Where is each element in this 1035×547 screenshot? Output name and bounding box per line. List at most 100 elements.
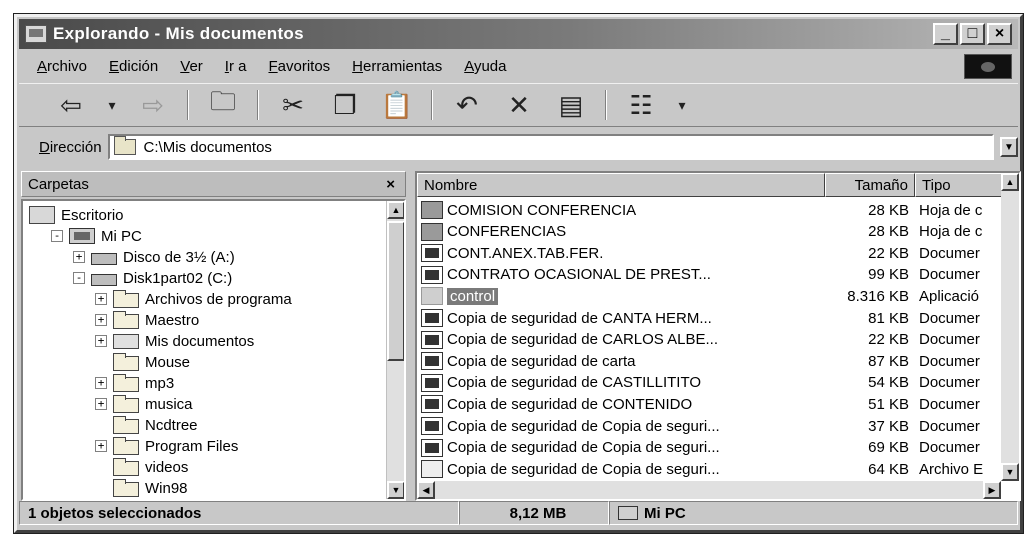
- address-field[interactable]: C:\Mis documentos: [107, 134, 994, 160]
- file-name: Copia de seguridad de Copia de seguri...: [447, 439, 720, 457]
- file-name: Copia de seguridad de CARLOS ALBE...: [447, 331, 718, 349]
- column-header-nombre[interactable]: Nombre: [417, 173, 825, 197]
- file-name-cell: CONTRATO OCASIONAL DE PREST...: [417, 265, 825, 284]
- back-icon[interactable]: ⇦: [49, 88, 93, 122]
- file-row[interactable]: Copia de seguridad de CASTILLITITO 54 KB D…: [417, 372, 1007, 394]
- scroll-thumb[interactable]: [387, 221, 404, 361]
- file-type: Documer: [919, 395, 980, 413]
- file-type: Aplicació: [919, 287, 980, 305]
- views-dropdown-arrow-icon[interactable]: ▾: [671, 88, 693, 122]
- file-list-hscrollbar[interactable]: ◀ ▶: [417, 481, 1001, 499]
- scroll-up-icon[interactable]: ▲: [387, 201, 404, 219]
- scroll-down-icon[interactable]: ▼: [387, 481, 404, 499]
- expand-icon[interactable]: +: [95, 377, 107, 389]
- tree-item-label: Maestro: [145, 311, 200, 329]
- tree-item-label: Program Files: [145, 437, 239, 455]
- expand-icon[interactable]: +: [95, 314, 107, 326]
- tree-item[interactable]: + musica: [95, 393, 193, 415]
- copy-icon[interactable]: ❐: [323, 88, 367, 122]
- file-row[interactable]: CONTRATO OCASIONAL DE PREST... 99 KB Docum…: [417, 264, 1007, 286]
- column-header-tipo[interactable]: Tipo: [915, 173, 1007, 197]
- file-size: 81 KB: [868, 309, 909, 327]
- tree-item[interactable]: + Archivos de programa: [95, 288, 292, 310]
- file-name: CONTRATO OCASIONAL DE PREST...: [447, 266, 711, 284]
- minimize-button[interactable]: _: [933, 23, 958, 45]
- close-pane-icon[interactable]: ×: [386, 176, 395, 193]
- address-dropdown-icon[interactable]: ▼: [1000, 137, 1018, 157]
- tree-item[interactable]: - Mi PC: [51, 225, 142, 247]
- expand-icon[interactable]: +: [95, 335, 107, 347]
- doc-file-icon: [421, 265, 443, 284]
- column-header-tamano[interactable]: Tamaño: [825, 173, 915, 197]
- views-icon[interactable]: ☷: [619, 88, 663, 122]
- tree-item[interactable]: + Program Files: [95, 435, 238, 457]
- file-row[interactable]: Copia de seguridad de CANTA HERM... 81 KB…: [417, 307, 1007, 329]
- folder-icon: [113, 352, 139, 371]
- drive-icon: [91, 252, 117, 265]
- desktop-icon: [29, 206, 55, 224]
- tree-item[interactable]: + mp3: [95, 372, 174, 394]
- file-size: 99 KB: [868, 266, 909, 284]
- tree-item[interactable]: - Disk1part02 (C:): [73, 267, 232, 289]
- menu-herramientas[interactable]: Herramientas: [352, 58, 442, 75]
- pc-icon: [69, 228, 95, 244]
- file-type: Hoja de c: [919, 201, 983, 219]
- file-row[interactable]: Copia de seguridad de Copia de seguri...…: [417, 458, 1007, 480]
- cut-icon[interactable]: ✂: [271, 88, 315, 122]
- tree-item[interactable]: + Mis documentos: [95, 330, 254, 352]
- tree-item[interactable]: Mouse: [95, 351, 190, 373]
- status-selection: 1 objetos seleccionados: [19, 501, 459, 525]
- file-name-cell: control: [417, 287, 825, 306]
- tree-item[interactable]: Win98: [95, 477, 188, 499]
- tree-item-label: Archivos de programa: [145, 290, 292, 308]
- tree-item[interactable]: + Disco de 3½ (A:): [73, 246, 235, 268]
- back-dropdown-arrow-icon[interactable]: ▾: [101, 88, 123, 122]
- expand-icon[interactable]: +: [95, 293, 107, 305]
- expand-icon[interactable]: +: [95, 440, 107, 452]
- file-row[interactable]: Copia de seguridad de carta 87 KB Documer: [417, 350, 1007, 372]
- expand-icon[interactable]: +: [95, 398, 107, 410]
- tree-item[interactable]: videos: [95, 456, 188, 478]
- file-name: CONFERENCIAS: [447, 223, 567, 241]
- tree-scrollbar[interactable]: ▲ ▼: [386, 201, 404, 499]
- menu-ver[interactable]: Ver: [180, 58, 203, 75]
- file-type: Documer: [919, 374, 980, 392]
- tree-item[interactable]: + Maestro: [95, 309, 199, 331]
- collapse-icon[interactable]: -: [73, 272, 85, 284]
- paste-icon[interactable]: 📋: [375, 88, 419, 122]
- file-row[interactable]: Copia de seguridad de Copia de seguri...…: [417, 415, 1007, 437]
- file-row[interactable]: CONFERENCIAS 28 KB Hoja de c: [417, 221, 1007, 243]
- maximize-button[interactable]: □: [960, 23, 985, 45]
- expand-icon[interactable]: +: [73, 251, 85, 263]
- tree-item-label: Escritorio: [61, 206, 124, 224]
- tree-item-label: Win98: [145, 479, 188, 497]
- menu-archivo[interactable]: Archivo: [37, 58, 87, 75]
- file-row[interactable]: Copia de seguridad de Copia de seguri...…: [417, 437, 1007, 459]
- file-row[interactable]: COMISION CONFERENCIA 28 KB Hoja de c: [417, 199, 1007, 221]
- file-name-cell: CONFERENCIAS: [417, 222, 825, 241]
- forward-icon[interactable]: ⇨: [131, 88, 175, 122]
- title-bar[interactable]: Explorando - Mis documentos _ □ ×: [19, 19, 1018, 49]
- close-button[interactable]: ×: [987, 23, 1012, 45]
- menu-favoritos[interactable]: Favoritos: [268, 58, 330, 75]
- menu-ayuda[interactable]: Ayuda: [464, 58, 506, 75]
- file-row[interactable]: CONT.ANEX.TAB.FER. 22 KB Documer: [417, 242, 1007, 264]
- menu-ir-a[interactable]: Ir a: [225, 58, 247, 75]
- scroll-left-icon[interactable]: ◀: [417, 481, 435, 499]
- properties-icon[interactable]: ▤: [549, 88, 593, 122]
- scroll-right-icon[interactable]: ▶: [983, 481, 1001, 499]
- file-size: 54 KB: [868, 374, 909, 392]
- file-row[interactable]: Copia de seguridad de CARLOS ALBE... 22 K…: [417, 329, 1007, 351]
- file-row[interactable]: control 8.316 KB Aplicació: [417, 285, 1007, 307]
- file-type: Archivo E: [919, 460, 984, 478]
- file-row[interactable]: Copia de seguridad de CONTENIDO 51 KB Docu…: [417, 393, 1007, 415]
- tree-item[interactable]: Escritorio: [29, 204, 124, 226]
- up-folder-icon[interactable]: 🗀: [201, 86, 245, 122]
- menu-edicion[interactable]: Edición: [109, 58, 158, 75]
- scroll-up-icon[interactable]: ▲: [1001, 173, 1019, 191]
- file-size: 28 KB: [868, 201, 909, 219]
- tree-item[interactable]: Ncdtree: [95, 414, 198, 436]
- undo-icon[interactable]: ↶: [445, 88, 489, 122]
- collapse-icon[interactable]: -: [51, 230, 63, 242]
- delete-icon[interactable]: ✕: [497, 88, 541, 122]
